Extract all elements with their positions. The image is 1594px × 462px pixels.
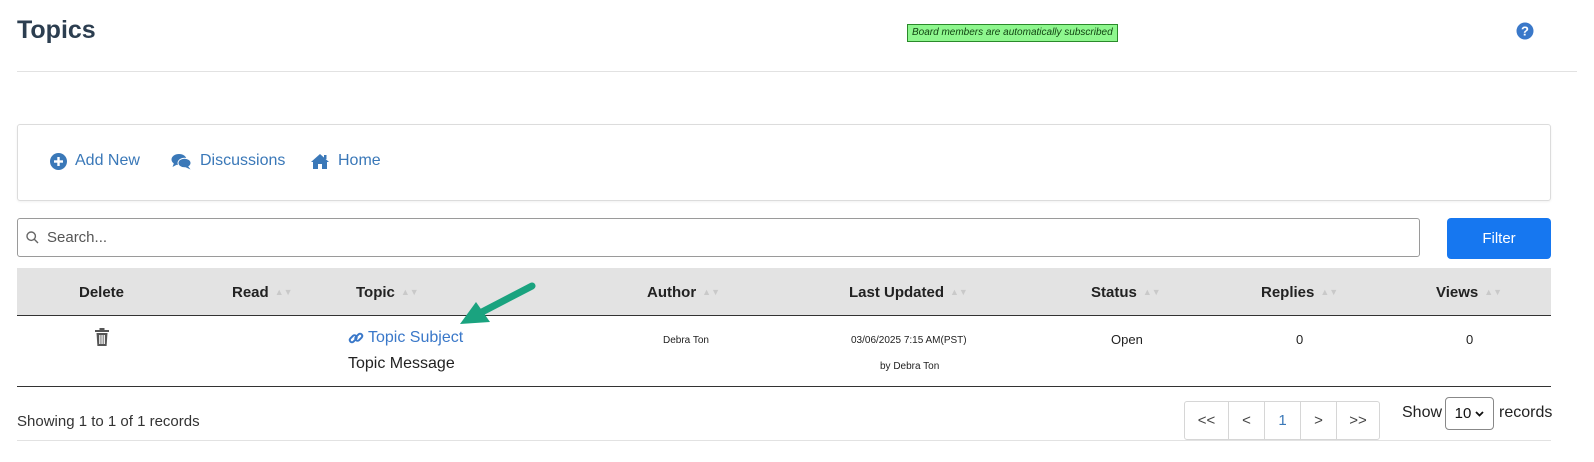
table-header: Delete Read ▲▼ Topic ▲▼ Author ▲▼ Last Upda… bbox=[17, 268, 1551, 316]
show-label: Show bbox=[1402, 404, 1443, 421]
subscription-notice: Board members are automatically subscrib… bbox=[907, 24, 1118, 42]
annotation-arrow-icon bbox=[460, 282, 536, 324]
filter-button[interactable]: Filter bbox=[1447, 218, 1551, 259]
author-name: Debra Ton bbox=[663, 335, 709, 346]
home-icon bbox=[311, 153, 329, 169]
column-header-read[interactable]: Read ▲▼ bbox=[232, 284, 293, 301]
discussions-link[interactable]: Discussions bbox=[171, 152, 285, 170]
svg-text:?: ? bbox=[1521, 24, 1529, 39]
column-header-last-updated[interactable]: Last Updated ▲▼ bbox=[849, 284, 968, 301]
search-box bbox=[17, 218, 1420, 257]
search-input[interactable] bbox=[47, 229, 1387, 246]
column-header-topic[interactable]: Topic ▲▼ bbox=[356, 284, 419, 301]
column-header-author[interactable]: Author ▲▼ bbox=[647, 284, 720, 301]
help-icon[interactable]: ? bbox=[1516, 22, 1534, 40]
page-size-value: 10 bbox=[1454, 405, 1472, 422]
last-updated-by: by Debra Ton bbox=[880, 361, 940, 372]
pagination: << < 1 > >> bbox=[1184, 401, 1380, 440]
topic-subject: Topic Subject bbox=[368, 329, 464, 346]
prev-page-button[interactable]: < bbox=[1229, 402, 1265, 439]
page-1-button[interactable]: 1 bbox=[1265, 402, 1301, 439]
sort-icon: ▲▼ bbox=[400, 287, 419, 297]
column-header-status[interactable]: Status ▲▼ bbox=[1091, 284, 1161, 301]
footer-divider bbox=[17, 440, 1551, 441]
sort-icon: ▲▼ bbox=[1484, 287, 1503, 297]
records-label: records bbox=[1499, 404, 1553, 421]
topic-message: Topic Message bbox=[348, 355, 455, 372]
chevron-down-icon bbox=[1475, 410, 1484, 417]
status-value: Open bbox=[1111, 332, 1143, 347]
comments-icon bbox=[171, 153, 192, 169]
link-icon bbox=[348, 332, 364, 344]
trash-icon[interactable] bbox=[94, 328, 110, 346]
sort-icon: ▲▼ bbox=[1142, 287, 1161, 297]
home-label: Home bbox=[338, 152, 381, 169]
last-page-button[interactable]: >> bbox=[1337, 402, 1379, 439]
table-row: Topic Subject Topic Message Debra Ton 03… bbox=[17, 316, 1551, 387]
column-header-delete: Delete bbox=[79, 284, 125, 301]
plus-circle-icon bbox=[50, 152, 67, 170]
first-page-button[interactable]: << bbox=[1185, 402, 1229, 439]
column-header-views[interactable]: Views ▲▼ bbox=[1436, 284, 1502, 301]
sort-icon: ▲▼ bbox=[1320, 287, 1339, 297]
last-updated-date: 03/06/2025 7:15 AM(PST) bbox=[851, 335, 967, 346]
next-page-button[interactable]: > bbox=[1301, 402, 1337, 439]
sort-icon: ▲▼ bbox=[950, 287, 968, 297]
topic-subject-link[interactable]: Topic Subject bbox=[348, 329, 463, 347]
records-summary: Showing 1 to 1 of 1 records bbox=[17, 413, 200, 430]
page-title: Topics bbox=[17, 16, 96, 44]
replies-count: 0 bbox=[1296, 332, 1304, 347]
discussions-label: Discussions bbox=[200, 152, 286, 169]
add-new-link[interactable]: Add New bbox=[50, 152, 140, 170]
sort-icon: ▲▼ bbox=[274, 287, 293, 297]
toolbar: Add New Discussions Home bbox=[17, 124, 1551, 201]
home-link[interactable]: Home bbox=[310, 152, 381, 170]
page-size-select[interactable]: 10 bbox=[1445, 397, 1494, 430]
search-icon bbox=[26, 231, 39, 244]
views-count: 0 bbox=[1466, 332, 1474, 347]
column-header-replies[interactable]: Replies ▲▼ bbox=[1261, 284, 1338, 301]
page-header: Topics Board members are automatically s… bbox=[17, 0, 1577, 72]
sort-icon: ▲▼ bbox=[702, 287, 720, 297]
add-new-label: Add New bbox=[75, 152, 140, 169]
